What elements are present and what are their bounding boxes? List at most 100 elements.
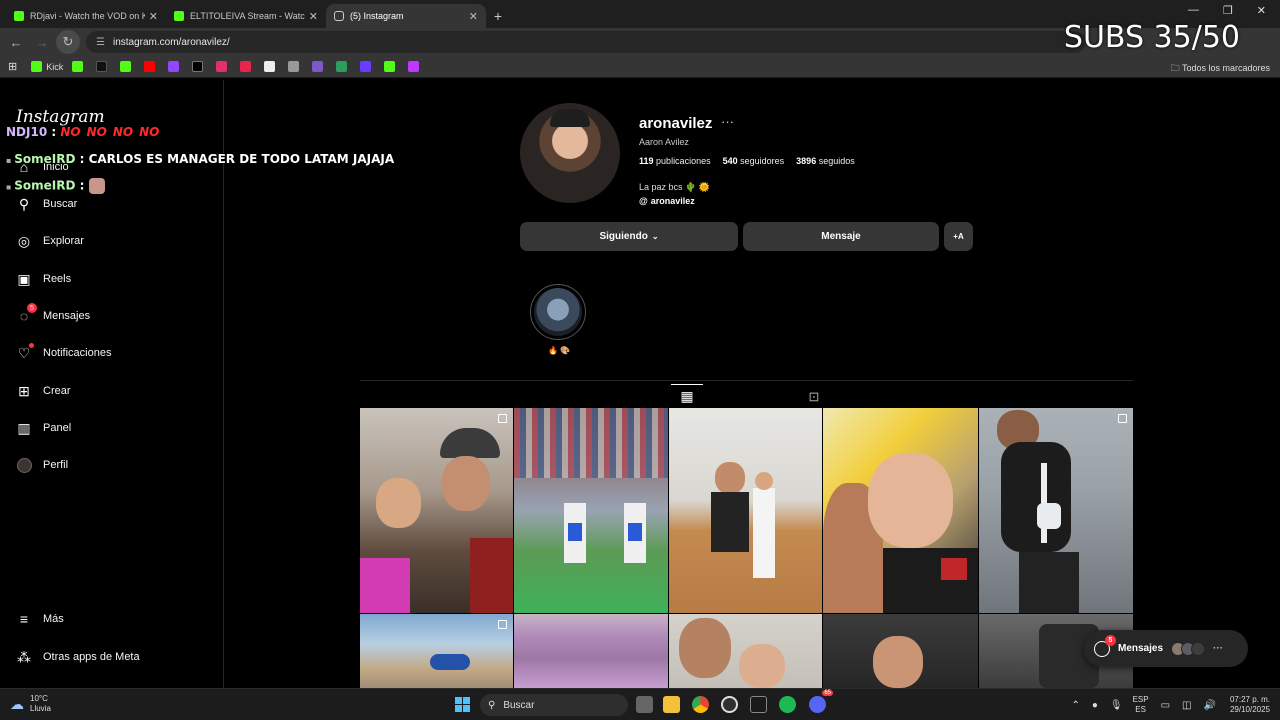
- maximize-icon[interactable]: ❐: [1223, 4, 1233, 17]
- bookmark-icon: [408, 61, 420, 72]
- bookmark-item[interactable]: [336, 60, 351, 74]
- bookmark-item[interactable]: [312, 60, 327, 74]
- suggest-people-button[interactable]: +A: [944, 222, 973, 251]
- reload-icon[interactable]: ↻: [56, 30, 80, 54]
- site-info-icon[interactable]: ☰: [96, 37, 105, 48]
- tray-app-icon[interactable]: ●: [1092, 700, 1098, 711]
- browser-tab-kick-eltitoleiva[interactable]: ELTITOLEIVA Stream - Watch Live ✕: [166, 4, 326, 28]
- heart-icon: ♡: [16, 343, 34, 361]
- file-explorer-icon[interactable]: [663, 696, 680, 713]
- sidebar-item-mas[interactable]: ≡ Más: [16, 611, 64, 627]
- windows-start-icon[interactable]: [455, 697, 470, 712]
- apps-grid-icon[interactable]: ⊞: [8, 60, 17, 74]
- sidebar-item-panel[interactable]: ▥ Panel: [16, 420, 71, 436]
- post-detail: [739, 644, 785, 688]
- sidebar-item-mensajes[interactable]: ◌ 5 Mensajes: [16, 303, 90, 324]
- spotify-icon[interactable]: [779, 696, 796, 713]
- taskbar-search[interactable]: ⚲ Buscar: [480, 694, 628, 716]
- bookmark-icon: [336, 61, 348, 72]
- sidebar-item-crear[interactable]: ⊞ Crear: [16, 383, 70, 399]
- terminal-icon[interactable]: [750, 696, 767, 713]
- post-detail: [715, 462, 745, 494]
- post-thumbnail[interactable]: [979, 408, 1133, 613]
- post-thumbnail[interactable]: [514, 408, 668, 613]
- kick-icon: [14, 11, 24, 21]
- close-tab-icon[interactable]: ✕: [469, 10, 478, 23]
- browser-tab-instagram[interactable]: (5) Instagram ✕: [326, 4, 486, 28]
- post-thumbnail[interactable]: [669, 614, 822, 688]
- post-thumbnail[interactable]: [823, 614, 978, 688]
- sidebar-item-meta-apps[interactable]: ⁂ Otras apps de Meta: [16, 649, 140, 665]
- task-view-icon[interactable]: [636, 696, 653, 713]
- bookmark-item[interactable]: [96, 60, 111, 74]
- sidebar-item-perfil[interactable]: Perfil: [16, 457, 68, 473]
- language-indicator[interactable]: ESP ES: [1133, 695, 1149, 715]
- bookmark-kick[interactable]: Kick: [31, 60, 63, 74]
- post-detail: [1001, 442, 1071, 552]
- instagram-logo[interactable]: Instagram: [16, 107, 105, 127]
- sidebar-item-reels[interactable]: ▣ Reels: [16, 271, 71, 287]
- profile-avatar-large[interactable]: [520, 103, 620, 203]
- post-detail: [868, 453, 953, 548]
- message-button[interactable]: Mensaje: [743, 222, 939, 251]
- browser-tab-kick-rdjavi[interactable]: RDjavi - Watch the VOD on Kick ✕: [6, 4, 166, 28]
- forward-icon[interactable]: →: [30, 30, 54, 54]
- microphone-icon[interactable]: 🎙: [1110, 700, 1123, 711]
- bookmark-item[interactable]: [216, 60, 231, 74]
- volume-icon[interactable]: 🔊: [1204, 700, 1216, 711]
- following-stat[interactable]: 3896 seguidos: [796, 156, 855, 166]
- sidebar-item-label: Panel: [43, 422, 72, 434]
- network-icon[interactable]: ◫: [1182, 700, 1191, 711]
- chat-emote: NO: [86, 125, 107, 139]
- chevron-up-icon[interactable]: ⌃: [1071, 700, 1079, 711]
- bookmark-item[interactable]: [240, 60, 255, 74]
- clock[interactable]: 07:27 p. m. 29/10/2025: [1230, 695, 1270, 715]
- post-thumbnail[interactable]: [669, 408, 822, 613]
- following-button[interactable]: Siguiendo ⌄: [520, 222, 738, 251]
- tagged-tab[interactable]: ⊡: [802, 385, 826, 409]
- messages-floating-button[interactable]: 5 Mensajes ···: [1084, 630, 1248, 667]
- more-options-icon[interactable]: ···: [1213, 643, 1223, 654]
- bookmark-item[interactable]: [264, 60, 279, 74]
- chat-emote: NO: [112, 125, 134, 139]
- bookmark-item[interactable]: [120, 60, 135, 74]
- post-thumbnail[interactable]: [823, 408, 978, 613]
- sidebar-item-explorar[interactable]: ◎ Explorar: [16, 233, 84, 249]
- kick-icon: [31, 61, 43, 72]
- posts-grid-tab[interactable]: ▦: [671, 384, 703, 408]
- minimize-icon[interactable]: —: [1188, 4, 1199, 17]
- bookmark-item[interactable]: [288, 60, 303, 74]
- bookmark-item[interactable]: [168, 60, 183, 74]
- close-tab-icon[interactable]: ✕: [309, 10, 318, 23]
- display-icon[interactable]: ▭: [1161, 700, 1170, 711]
- sidebar-item-label: Buscar: [43, 198, 78, 210]
- discord-icon[interactable]: 65: [809, 690, 833, 713]
- chat-username: SomeIRD: [14, 152, 76, 166]
- bookmark-item[interactable]: [384, 60, 399, 74]
- search-placeholder: Buscar: [503, 699, 535, 711]
- post-thumbnail[interactable]: [360, 408, 513, 613]
- bookmark-item[interactable]: [144, 60, 159, 74]
- bookmark-item[interactable]: [192, 60, 207, 74]
- post-thumbnail[interactable]: [514, 614, 668, 688]
- address-bar[interactable]: ☰ instagram.com/aronavilez/: [86, 31, 1086, 53]
- close-tab-icon[interactable]: ✕: [149, 10, 158, 23]
- all-bookmarks-button[interactable]: 🗀 Todos los marcadores: [1171, 61, 1270, 77]
- story-highlight[interactable]: [530, 284, 586, 340]
- bookmark-item[interactable]: [360, 60, 375, 74]
- sidebar-item-buscar[interactable]: ⚲ Buscar: [16, 196, 77, 212]
- bookmark-item[interactable]: [408, 60, 423, 74]
- chrome-icon[interactable]: [692, 696, 709, 713]
- followers-stat[interactable]: 540 seguidores: [723, 156, 785, 166]
- new-tab-button[interactable]: +: [486, 4, 510, 28]
- sidebar-item-notificaciones[interactable]: ♡ Notificaciones: [16, 343, 111, 361]
- close-window-icon[interactable]: ✕: [1257, 4, 1266, 17]
- more-options-icon[interactable]: ···: [721, 114, 734, 129]
- bookmark-item[interactable]: [72, 60, 87, 74]
- weather-widget[interactable]: ☁ 10°C Lluvia: [10, 694, 51, 714]
- obs-icon[interactable]: [721, 696, 738, 713]
- threads-link[interactable]: @ aronavilez: [639, 196, 695, 206]
- back-icon[interactable]: ←: [4, 30, 28, 54]
- post-thumbnail[interactable]: [360, 614, 513, 688]
- sidebar-item-label: Perfil: [43, 459, 69, 471]
